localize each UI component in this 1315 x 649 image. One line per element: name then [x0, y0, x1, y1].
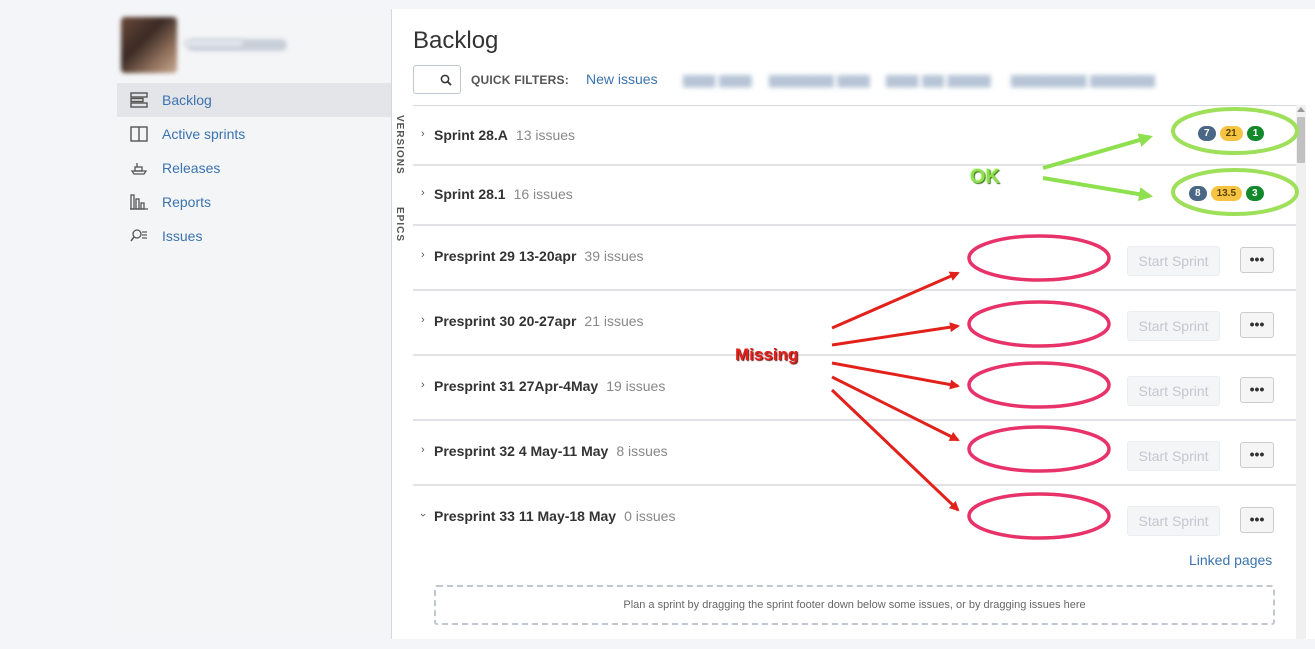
- sprint-name: Presprint 30 20-27apr 21 issues: [434, 313, 644, 329]
- quick-filter-blurred[interactable]: ▆▆▆ ▆▆ ▆▆▆▆: [886, 71, 991, 88]
- sidebar-item-label: Releases: [162, 160, 221, 176]
- sprint-name: Presprint 32 4 May-11 May 8 issues: [434, 443, 668, 459]
- sprint-name: Sprint 28.A 13 issues: [434, 127, 576, 143]
- scroll-up-arrow-icon[interactable]: [1297, 107, 1305, 112]
- tab-versions[interactable]: VERSIONS: [394, 115, 405, 175]
- more-actions-button[interactable]: •••: [1240, 247, 1274, 273]
- start-sprint-button[interactable]: Start Sprint: [1127, 376, 1220, 406]
- badge-todo: 8: [1189, 186, 1207, 201]
- sprint-row[interactable]: › Presprint 30 20-27apr 21 issues Start S…: [413, 291, 1296, 356]
- search-input[interactable]: [413, 65, 461, 94]
- sprint-drop-zone[interactable]: Plan a sprint by dragging the sprint foo…: [434, 585, 1275, 625]
- scroll-thumb[interactable]: [1297, 117, 1305, 163]
- badge-in-progress: 21: [1219, 126, 1243, 141]
- avatar: [121, 17, 177, 73]
- sprint-name: Presprint 31 27Apr-4May 19 issues: [434, 378, 666, 394]
- badge-todo: 7: [1198, 126, 1216, 141]
- chevron-down-icon[interactable]: ›: [417, 513, 429, 517]
- sidebar-nav: Backlog Active sprints Releases Reports …: [117, 83, 391, 253]
- quick-filter-blurred[interactable]: ▆▆▆▆▆▆ ▆▆▆: [769, 71, 870, 88]
- issue-count: 21 issues: [584, 313, 644, 329]
- sprint-row[interactable]: › Presprint 31 27Apr-4May 19 issues Start…: [413, 356, 1296, 421]
- more-actions-button[interactable]: •••: [1240, 442, 1274, 468]
- badge-done: 3: [1246, 186, 1264, 201]
- page-title: Backlog: [413, 27, 499, 54]
- sidebar-item-label: Reports: [162, 194, 212, 210]
- sidebar: Backlog Active sprints Releases Reports …: [117, 9, 391, 639]
- scrollbar[interactable]: [1296, 105, 1306, 639]
- sprint-badges: 7 21 1: [1198, 126, 1265, 141]
- issue-count: 13 issues: [515, 127, 576, 143]
- sprint-row[interactable]: › Presprint 29 13-20apr 39 issues Start S…: [413, 226, 1296, 291]
- sprint-badges: 8 13.5 3: [1189, 186, 1264, 201]
- issue-count: 8 issues: [616, 443, 668, 459]
- more-actions-button[interactable]: •••: [1240, 377, 1274, 403]
- sprint-name: Presprint 29 13-20apr 39 issues: [434, 248, 644, 264]
- linked-pages-link[interactable]: Linked pages: [1189, 552, 1272, 568]
- annotation-missing: Missing: [735, 345, 799, 364]
- sprint-row[interactable]: › Presprint 32 4 May-11 May 8 issues Star…: [413, 421, 1296, 486]
- chevron-right-icon[interactable]: ›: [421, 314, 425, 326]
- start-sprint-button[interactable]: Start Sprint: [1127, 246, 1220, 276]
- side-tabs: VERSIONS EPICS: [392, 105, 414, 645]
- tab-epics[interactable]: EPICS: [394, 207, 405, 242]
- chevron-right-icon[interactable]: ›: [421, 187, 425, 199]
- ship-icon: [129, 158, 149, 178]
- start-sprint-button[interactable]: Start Sprint: [1127, 311, 1220, 341]
- sidebar-item-reports[interactable]: Reports: [117, 185, 391, 219]
- sidebar-item-releases[interactable]: Releases: [117, 151, 391, 185]
- sidebar-item-label: Backlog: [162, 92, 212, 108]
- sidebar-item-backlog[interactable]: Backlog: [117, 83, 391, 117]
- quick-filter-new-issues[interactable]: New issues: [586, 71, 658, 87]
- chart-icon: [129, 192, 149, 212]
- sprint-row[interactable]: › Sprint 28.A 13 issues 7 21 1: [413, 106, 1296, 166]
- badge-done: 1: [1246, 126, 1265, 141]
- chevron-right-icon[interactable]: ›: [421, 444, 425, 456]
- sprint-name: Presprint 33 11 May-18 May 0 issues: [434, 508, 676, 524]
- project-subtitle-blurred: [183, 39, 243, 47]
- board-icon: [129, 124, 149, 144]
- issue-count: 39 issues: [584, 248, 644, 264]
- sidebar-item-label: Active sprints: [162, 126, 246, 142]
- quick-filter-blurred[interactable]: ▆▆▆ ▆▆▆: [683, 71, 752, 88]
- issue-count: 19 issues: [606, 378, 666, 394]
- chevron-right-icon[interactable]: ›: [421, 379, 425, 391]
- sidebar-item-active-sprints[interactable]: Active sprints: [117, 117, 391, 151]
- chevron-right-icon[interactable]: ›: [421, 249, 425, 261]
- annotation-ok: OK: [970, 166, 1000, 188]
- main-content: Backlog QUICK FILTERS: New issues ▆▆▆ ▆▆…: [391, 9, 1315, 639]
- quick-filters-label: QUICK FILTERS:: [471, 73, 569, 87]
- more-actions-button[interactable]: •••: [1240, 507, 1274, 533]
- sidebar-item-issues[interactable]: Issues: [117, 219, 391, 253]
- backlog-icon: [129, 90, 149, 110]
- start-sprint-button[interactable]: Start Sprint: [1127, 441, 1220, 471]
- badge-in-progress: 13.5: [1210, 186, 1243, 201]
- sprint-name: Sprint 28.1 16 issues: [434, 186, 573, 202]
- issue-count: 0 issues: [624, 508, 676, 524]
- start-sprint-button[interactable]: Start Sprint: [1127, 506, 1220, 536]
- search-icon: [440, 74, 452, 86]
- sprint-row[interactable]: › Sprint 28.1 16 issues 8 13.5 3: [413, 166, 1296, 226]
- quick-filter-blurred[interactable]: ▆▆▆▆▆▆▆ ▆▆▆▆▆▆: [1011, 71, 1155, 88]
- search-list-icon: [129, 226, 149, 246]
- sidebar-item-label: Issues: [162, 228, 203, 244]
- issue-count: 16 issues: [513, 186, 573, 202]
- more-actions-button[interactable]: •••: [1240, 312, 1274, 338]
- chevron-right-icon[interactable]: ›: [421, 128, 425, 140]
- sprint-list: › Sprint 28.A 13 issues 7 21 1 › Sprint 2…: [413, 105, 1296, 639]
